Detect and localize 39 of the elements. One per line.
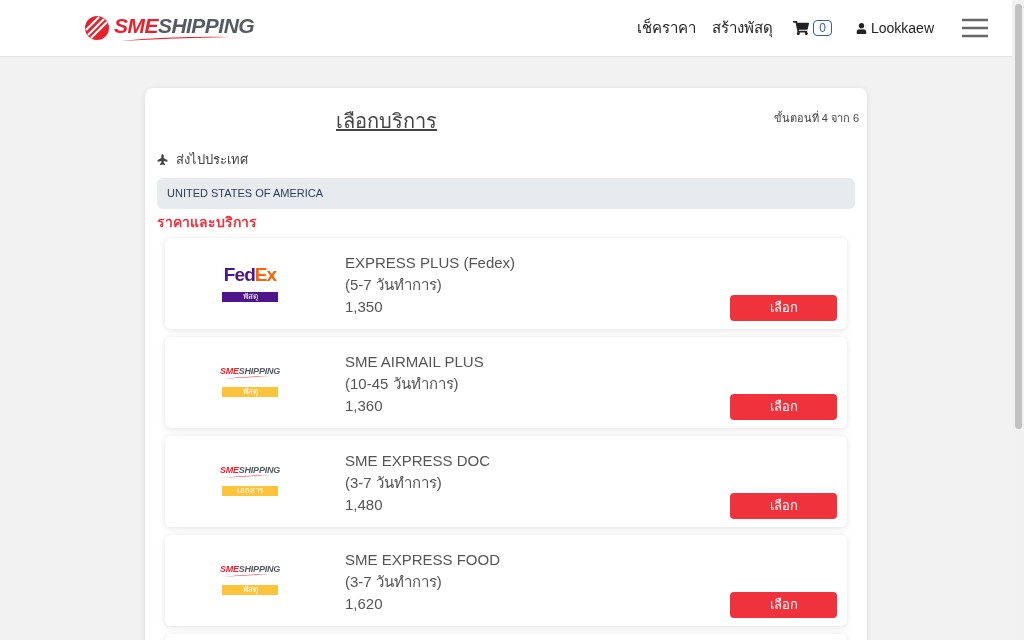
sme-logo: SMESHIPPING: [219, 466, 280, 478]
service-tag: พัสดุ: [222, 585, 278, 595]
section-heading: ราคาและบริการ: [157, 212, 258, 232]
fedex-logo: FedEx: [223, 264, 277, 284]
service-duration: (3-7 วันทำการ): [345, 572, 443, 592]
user-name[interactable]: Lookkaew: [870, 17, 934, 39]
plane-icon: [157, 154, 168, 166]
service-price: 1,620: [345, 594, 384, 614]
service-price: 1,350: [345, 297, 384, 317]
nav-link[interactable]: สร้างพัสดุ: [712, 16, 774, 40]
destination-field[interactable]: UNITED STATES OF AMERICA: [157, 177, 855, 209]
sme-logo: SMESHIPPING: [219, 565, 280, 577]
service-tag: พัสดุ: [222, 291, 278, 302]
service-name: SME EXPRESS FOOD: [345, 550, 502, 570]
service-name: SME EXPRESS DOC: [345, 451, 492, 471]
sme-logo: SMESHIPPING: [219, 367, 280, 379]
user-icon: [855, 22, 867, 34]
select-button[interactable]: เลือก: [730, 393, 837, 420]
service-name: EXPRESS PLUS (Fedex): [345, 253, 517, 273]
menu-icon[interactable]: [962, 18, 988, 38]
service-name: SME AIRMAIL PLUS: [345, 352, 485, 372]
service-price: 1,360: [345, 396, 384, 416]
service-duration: (5-7 วันทำการ): [345, 275, 443, 295]
cart-count: 0: [813, 20, 832, 36]
service-tag: พัสดุ: [222, 387, 278, 397]
service-tag: เอกสาร: [222, 486, 278, 496]
destination-label: ส่งไปประเทศ: [176, 151, 248, 169]
select-button[interactable]: เลือก: [730, 492, 837, 519]
service-duration: (3-7 วันทำการ): [345, 473, 443, 493]
select-button[interactable]: เลือก: [730, 294, 837, 321]
cart-icon[interactable]: [793, 20, 810, 36]
service-price: 1,480: [345, 495, 384, 515]
select-button[interactable]: เลือก: [730, 591, 837, 618]
step-indicator: ขั้นตอนที่ 4 จาก 6: [773, 110, 859, 126]
nav-link[interactable]: เช็คราคา: [637, 16, 697, 40]
globe-icon: [84, 15, 110, 41]
service-duration: (10-45 วันทำการ): [345, 374, 460, 394]
page-title: เลือกบริการ: [336, 109, 437, 134]
sme-logo[interactable]: SMESHIPPING: [84, 15, 255, 41]
